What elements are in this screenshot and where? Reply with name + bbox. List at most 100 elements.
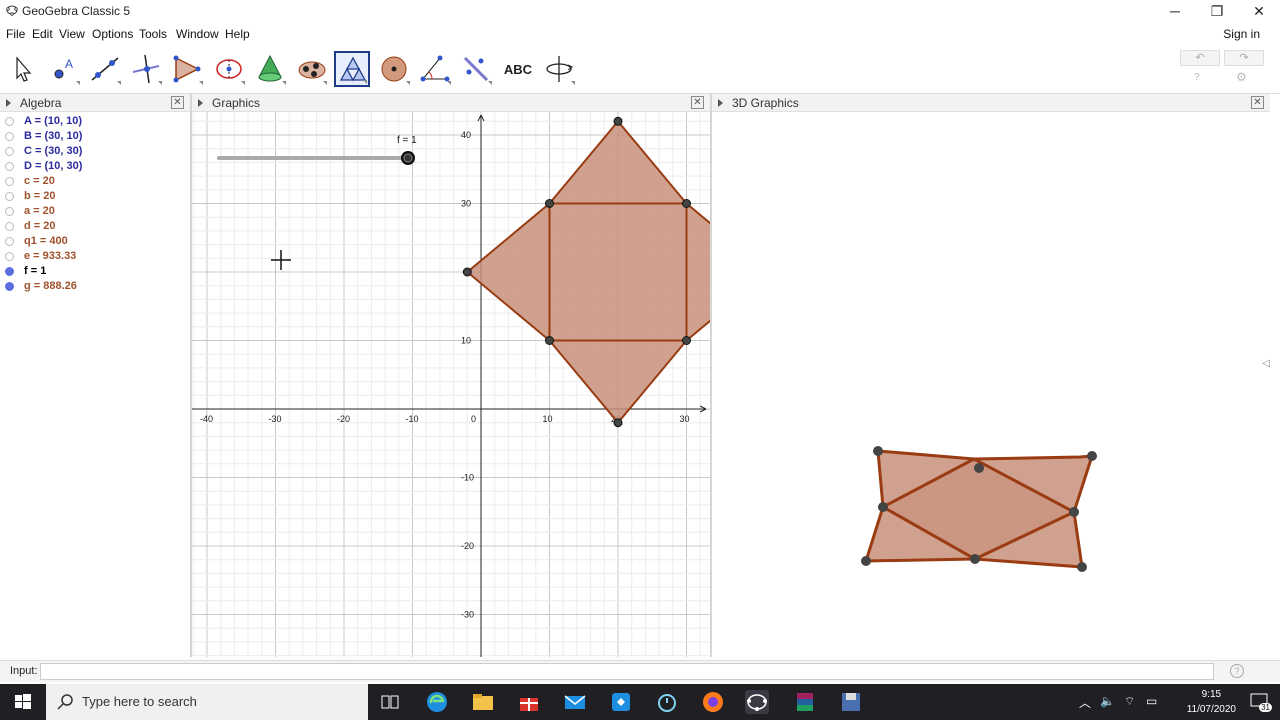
- visibility-toggle-icon[interactable]: [5, 117, 14, 126]
- menu-edit[interactable]: Edit: [32, 27, 53, 41]
- graphics3d-view[interactable]: ◁: [712, 112, 1270, 657]
- save-disk-icon[interactable]: [839, 690, 863, 714]
- reflect-tool-button[interactable]: [458, 51, 494, 87]
- vertex-point[interactable]: [545, 199, 554, 208]
- gift-app-icon[interactable]: [517, 690, 541, 714]
- collapse-triangle-icon[interactable]: [718, 99, 723, 107]
- vertex-point[interactable]: [861, 556, 871, 566]
- algebra-close-icon[interactable]: ✕: [171, 96, 184, 109]
- teams-app-icon[interactable]: [609, 690, 633, 714]
- polygon-tool-button[interactable]: [169, 51, 205, 87]
- firefox-icon[interactable]: [701, 690, 725, 714]
- vertex-point[interactable]: [462, 267, 472, 277]
- net-tool-button[interactable]: [334, 51, 370, 87]
- vertex-point[interactable]: [682, 199, 691, 208]
- menu-view[interactable]: View: [59, 27, 85, 41]
- collapse-triangle-icon[interactable]: [6, 99, 11, 107]
- vertex-point[interactable]: [1069, 507, 1079, 517]
- input-field[interactable]: [40, 663, 1214, 680]
- close-button[interactable]: ✕: [1238, 0, 1280, 22]
- geogebra-taskbar-icon[interactable]: [745, 690, 769, 714]
- graphics-close-icon[interactable]: ✕: [691, 96, 704, 109]
- algebra-header[interactable]: Algebra ✕: [0, 94, 190, 112]
- algebra-item[interactable]: g = 888.26: [0, 279, 190, 294]
- input-help-icon[interactable]: ?: [1230, 664, 1244, 678]
- file-explorer-icon[interactable]: [471, 690, 495, 714]
- algebra-item[interactable]: f = 1: [0, 264, 190, 279]
- visibility-toggle-icon[interactable]: [5, 222, 14, 231]
- tray-clock[interactable]: 9:15 11/07/2020: [1187, 687, 1236, 717]
- vertex-point[interactable]: [1077, 562, 1087, 572]
- mail-icon[interactable]: [563, 690, 587, 714]
- visibility-toggle-icon[interactable]: [5, 207, 14, 216]
- square-face[interactable]: [548, 202, 688, 342]
- task-view-icon[interactable]: [378, 690, 402, 714]
- visibility-toggle-icon[interactable]: [5, 147, 14, 156]
- point-tool-button[interactable]: A: [46, 51, 82, 87]
- algebra-item[interactable]: C = (30, 30): [0, 144, 190, 159]
- visibility-toggle-icon[interactable]: [5, 177, 14, 186]
- move-tool-button[interactable]: [4, 51, 40, 87]
- algebra-item[interactable]: q1 = 400: [0, 234, 190, 249]
- tray-chevron-icon[interactable]: ︿: [1079, 694, 1091, 711]
- side-expand-icon[interactable]: ◁: [1262, 358, 1270, 369]
- visibility-toggle-icon[interactable]: [5, 237, 14, 246]
- edge-browser-icon[interactable]: [425, 690, 449, 714]
- graphics-header[interactable]: Graphics ✕: [192, 94, 710, 112]
- algebra-item[interactable]: d = 20: [0, 219, 190, 234]
- vertex-point[interactable]: [545, 336, 554, 345]
- vertex-point[interactable]: [1087, 451, 1097, 461]
- wifi-icon[interactable]: ⌔: [1124, 694, 1135, 709]
- cone-tool-button[interactable]: [252, 51, 288, 87]
- graphics-canvas[interactable]: -40-30-20-100102030403010-10-20-30f = 1: [192, 112, 710, 657]
- collapse-triangle-icon[interactable]: [198, 99, 203, 107]
- menu-tools[interactable]: Tools: [139, 27, 167, 41]
- sphere-tool-button[interactable]: [376, 51, 412, 87]
- vertex-point[interactable]: [613, 418, 623, 428]
- restore-button[interactable]: ❐: [1196, 0, 1238, 22]
- perpendicular-tool-button[interactable]: [128, 51, 164, 87]
- minimize-button[interactable]: ─: [1154, 0, 1196, 22]
- vertex-point[interactable]: [974, 463, 984, 473]
- menu-help[interactable]: Help: [225, 27, 250, 41]
- volume-icon[interactable]: 🔈: [1100, 694, 1115, 708]
- graphics3d-canvas[interactable]: [712, 112, 1270, 657]
- algebra-item[interactable]: D = (10, 30): [0, 159, 190, 174]
- graphics3d-close-icon[interactable]: ✕: [1251, 96, 1264, 109]
- line-tool-button[interactable]: [87, 51, 123, 87]
- winrar-icon[interactable]: [793, 690, 817, 714]
- algebra-item[interactable]: e = 933.33: [0, 249, 190, 264]
- triangle-face-right[interactable]: [685, 201, 711, 343]
- visibility-toggle-icon[interactable]: [5, 282, 14, 291]
- visibility-toggle-icon[interactable]: [5, 132, 14, 141]
- visibility-toggle-icon[interactable]: [5, 267, 14, 276]
- settings-gear-icon[interactable]: ⚙: [1236, 70, 1247, 84]
- algebra-item[interactable]: B = (30, 10): [0, 129, 190, 144]
- start-button[interactable]: [0, 684, 46, 720]
- visibility-toggle-icon[interactable]: [5, 162, 14, 171]
- graphics3d-header[interactable]: 3D Graphics ✕: [712, 94, 1270, 112]
- graphics-view[interactable]: -40-30-20-100102030403010-10-20-30f = 1: [192, 112, 710, 657]
- vertex-point[interactable]: [682, 336, 691, 345]
- visibility-toggle-icon[interactable]: [5, 252, 14, 261]
- algebra-item[interactable]: A = (10, 10): [0, 114, 190, 129]
- visibility-toggle-icon[interactable]: [5, 192, 14, 201]
- algebra-item[interactable]: a = 20: [0, 204, 190, 219]
- sign-in-link[interactable]: Sign in: [1223, 27, 1260, 41]
- alarm-clock-icon[interactable]: [655, 690, 679, 714]
- undo-button[interactable]: ↶: [1180, 50, 1220, 66]
- menu-window[interactable]: Window: [176, 27, 219, 41]
- redo-button[interactable]: ↷: [1224, 50, 1264, 66]
- help-icon[interactable]: ?: [1194, 72, 1200, 83]
- vertex-point[interactable]: [613, 116, 623, 126]
- pyramid-tool-button[interactable]: [293, 51, 329, 87]
- menu-options[interactable]: Options: [92, 27, 133, 41]
- notification-center-icon[interactable]: 31: [1250, 692, 1272, 712]
- text-tool-button[interactable]: ABC: [500, 51, 536, 87]
- rotate-view-tool-button[interactable]: [541, 51, 577, 87]
- vertex-point[interactable]: [970, 554, 980, 564]
- vertex-point[interactable]: [878, 502, 888, 512]
- menu-file[interactable]: File: [6, 27, 25, 41]
- taskbar-search[interactable]: Type here to search: [46, 684, 368, 720]
- algebra-item[interactable]: c = 20: [0, 174, 190, 189]
